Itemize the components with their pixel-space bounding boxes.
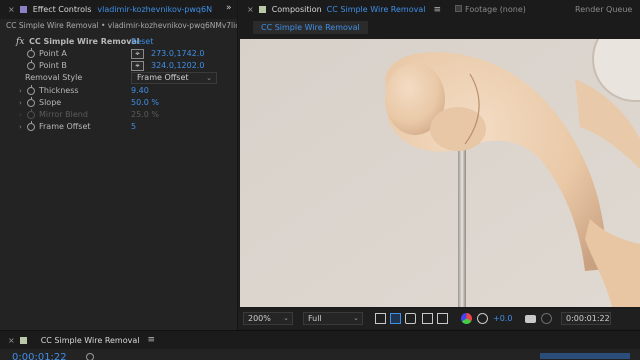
point-a-row: Point A ⌖ 273.0,1742.0 [0, 48, 238, 60]
chevron-down-icon: ⌄ [283, 314, 289, 322]
close-panel-icon[interactable]: × [8, 5, 15, 14]
mirror-blend-row: › Mirror Blend 25.0 % [0, 109, 238, 121]
panel-menu-icon[interactable]: ≡ [433, 5, 441, 15]
disclosure-triangle-icon[interactable]: › [19, 85, 22, 97]
label-color-swatch [19, 336, 27, 344]
crosshair-icon[interactable]: ⌖ [131, 49, 144, 59]
channels-icon[interactable] [461, 313, 472, 324]
stopwatch-icon[interactable] [27, 48, 35, 58]
stopwatch-icon[interactable] [27, 97, 35, 107]
work-area-bar[interactable] [540, 353, 630, 359]
zoom-dropdown[interactable]: 200% ⌄ [243, 312, 293, 325]
point-b-value[interactable]: 324.0,1202.0 [151, 60, 204, 72]
timeline-panel: × CC Simple Wire Removal ≡ 0:00:01:22 [0, 330, 640, 360]
exposure-value[interactable]: +0.0 [493, 314, 512, 323]
stopwatch-icon[interactable] [27, 60, 35, 70]
viewer-frame-image [240, 39, 640, 307]
snapshot-icon [541, 313, 552, 324]
label-color-swatch [258, 6, 266, 13]
disclosure-triangle-icon[interactable]: › [19, 121, 22, 133]
slope-row: › Slope 50.0 % [0, 97, 238, 109]
slope-value[interactable]: 50.0 % [131, 97, 159, 109]
layer-name-dropdown[interactable]: vladimir-kozhevnikov-pwq6N [97, 5, 212, 14]
panel-overflow-icon[interactable]: » [226, 3, 232, 13]
disclosure-triangle-icon: › [19, 111, 22, 119]
grid-guides-icon[interactable] [437, 313, 448, 324]
removal-style-value: Frame Offset [137, 73, 189, 82]
search-icon[interactable] [86, 353, 94, 360]
thickness-row: › Thickness 9.40 [0, 85, 238, 97]
effect-header-row[interactable]: fx CC Simple Wire Removal Reset [0, 36, 238, 48]
effect-properties: fx CC Simple Wire Removal Reset Point A … [0, 36, 238, 176]
stopwatch-icon[interactable] [27, 85, 35, 95]
thickness-value[interactable]: 9.40 [131, 85, 149, 97]
comp-name-tab[interactable]: CC Simple Wire Removal [327, 5, 426, 14]
close-panel-icon[interactable]: × [247, 5, 254, 14]
point-a-label: Point A [39, 49, 67, 58]
stopwatch-icon [27, 109, 35, 119]
effect-subheader: CC Simple Wire Removal • vladimir-kozhev… [6, 21, 237, 30]
timeline-timecode[interactable]: 0:00:01:22 [12, 352, 67, 360]
disclosure-triangle-icon[interactable]: › [19, 97, 22, 109]
frame-offset-value[interactable]: 5 [131, 121, 136, 133]
effect-name: CC Simple Wire Removal [29, 37, 140, 46]
stopwatch-icon[interactable] [27, 121, 35, 131]
slope-label: Slope [39, 98, 62, 107]
composition-tabbar: × Composition CC Simple Wire Removal ≡ F… [239, 0, 640, 19]
fx-icon[interactable]: fx [16, 36, 24, 48]
close-panel-icon[interactable]: × [8, 336, 15, 345]
chevron-down-icon: ⌄ [353, 314, 359, 322]
camera-icon[interactable] [525, 315, 536, 323]
timecode-field[interactable]: 0:00:01:22 [561, 312, 611, 325]
resolution-value: Full [308, 314, 322, 323]
resolution-dropdown[interactable]: Full ⌄ [303, 312, 363, 325]
transparency-grid-icon[interactable] [390, 313, 401, 324]
frame-offset-label: Frame Offset [39, 122, 91, 131]
label-color-swatch [19, 6, 27, 13]
mask-visibility-icon[interactable] [405, 313, 416, 324]
viewer-timecode: 0:00:01:22 [566, 314, 610, 323]
footage-tab[interactable]: Footage (none) [465, 5, 526, 14]
render-queue-tab[interactable]: Render Queue [575, 5, 632, 14]
thickness-label: Thickness [39, 86, 79, 95]
composition-tab[interactable]: Composition [272, 5, 322, 14]
panel-menu-icon[interactable]: ≡ [147, 335, 155, 345]
reset-link[interactable]: Reset [131, 36, 153, 48]
effect-controls-tabbar: × Effect Controls vladimir-kozhevnikov-p… [0, 0, 237, 19]
region-of-interest-icon[interactable] [422, 313, 433, 324]
zoom-value: 200% [248, 314, 271, 323]
composition-subtab[interactable]: CC Simple Wire Removal [253, 21, 368, 34]
viewer-toolbar: 200% ⌄ Full ⌄ +0.0 0:00:01:22 [239, 309, 640, 329]
color-management-icon[interactable] [477, 313, 488, 324]
point-b-label: Point B [39, 61, 67, 70]
removal-style-dropdown[interactable]: Frame Offset ⌄ [131, 72, 217, 84]
effect-controls-tab[interactable]: Effect Controls [33, 5, 92, 14]
removal-style-label: Removal Style [25, 73, 83, 82]
mirror-blend-value: 25.0 % [131, 110, 159, 119]
crosshair-icon[interactable]: ⌖ [131, 61, 144, 71]
timeline-tabbar: × CC Simple Wire Removal ≡ [0, 331, 640, 349]
chevron-down-icon: ⌄ [206, 74, 212, 82]
composition-panel: × Composition CC Simple Wire Removal ≡ F… [239, 0, 640, 330]
footage-lock-icon [455, 5, 462, 12]
mirror-blend-label: Mirror Blend [39, 110, 88, 119]
removal-style-row: Removal Style Frame Offset ⌄ [0, 72, 238, 84]
frame-offset-row: › Frame Offset 5 [0, 121, 238, 133]
fast-previews-icon[interactable] [375, 313, 386, 324]
effect-controls-panel: × Effect Controls vladimir-kozhevnikov-p… [0, 0, 238, 330]
point-a-value[interactable]: 273.0,1742.0 [151, 48, 204, 60]
timeline-comp-tab[interactable]: CC Simple Wire Removal [41, 336, 140, 345]
point-b-row: Point B ⌖ 324.0,1202.0 [0, 60, 238, 72]
composition-viewer[interactable] [240, 39, 640, 307]
